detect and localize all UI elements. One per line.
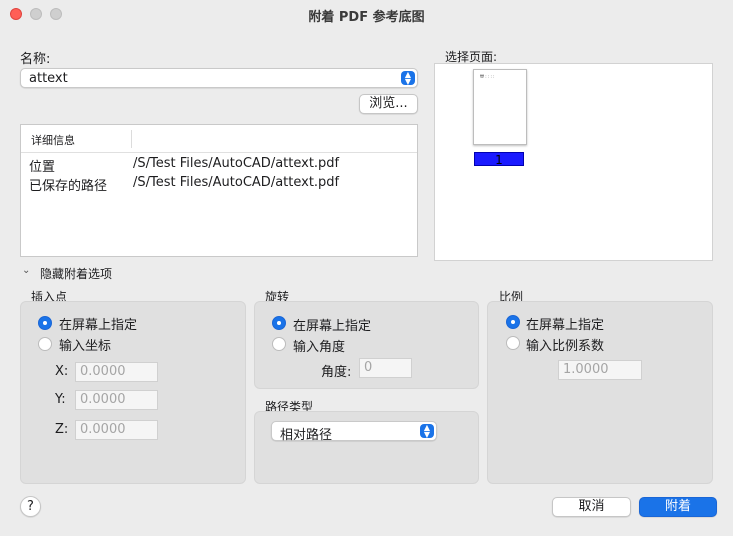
table-row: 位置 /S/Test Files/AutoCAD/attext.pdf — [21, 155, 417, 175]
rotation-group: 在屏幕上指定 输入角度 角度: 0 — [254, 301, 479, 389]
chevron-updown-icon: ▲ ▼ — [401, 71, 415, 86]
path-type-group: 相对路径 ▲ ▼ — [254, 411, 479, 484]
column-divider[interactable] — [131, 130, 132, 148]
detail-key: 已保存的路径 — [29, 179, 108, 194]
rotation-angle-radio[interactable] — [272, 337, 286, 351]
page-thumbnail[interactable]: ₩ : : : : — [473, 69, 527, 145]
angle-input[interactable]: 0 — [359, 358, 412, 378]
detail-value: /S/Test Files/AutoCAD/attext.pdf — [133, 156, 340, 171]
page-number-label[interactable]: 1 — [474, 152, 524, 167]
name-label: 名称: — [20, 52, 51, 67]
insertion-screen-label[interactable]: 在屏幕上指定 — [59, 314, 137, 333]
browse-button[interactable]: 浏览... — [359, 94, 418, 114]
details-table-header: 详细信息 — [21, 125, 417, 153]
thumbnail-text: ₩ : : : : — [480, 74, 495, 79]
attach-button[interactable]: 附着 — [639, 497, 717, 517]
path-type-select[interactable]: 相对路径 ▲ ▼ — [271, 421, 437, 443]
chevron-down-icon[interactable]: ⌄ — [22, 265, 30, 276]
name-select-value: attext — [29, 71, 68, 86]
insertion-screen-radio[interactable] — [38, 316, 52, 330]
chevron-updown-icon: ▲ ▼ — [420, 424, 434, 439]
name-select[interactable]: attext ▲ ▼ — [20, 68, 418, 88]
cancel-button[interactable]: 取消 — [552, 497, 631, 517]
details-header-label: 详细信息 — [31, 134, 75, 147]
x-input[interactable]: 0.0000 — [75, 362, 158, 382]
z-input[interactable]: 0.0000 — [75, 420, 158, 440]
rotation-screen-label[interactable]: 在屏幕上指定 — [293, 315, 371, 334]
title-bar: 附着 PDF 参考底图 — [0, 0, 733, 28]
hide-options-toggle[interactable]: 隐藏附着选项 — [40, 265, 112, 282]
detail-value: /S/Test Files/AutoCAD/attext.pdf — [133, 175, 340, 190]
y-label: Y: — [55, 392, 66, 407]
attach-pdf-dialog: 附着 PDF 参考底图 名称: attext ▲ ▼ 浏览... 详细信息 位置 … — [0, 0, 733, 536]
rotation-screen-radio[interactable] — [272, 316, 286, 330]
scale-screen-radio[interactable] — [506, 315, 520, 329]
path-type-value: 相对路径 — [280, 428, 333, 443]
scale-factor-label[interactable]: 输入比例系数 — [526, 335, 604, 354]
rotation-angle-label[interactable]: 输入角度 — [293, 336, 345, 355]
help-button[interactable]: ? — [20, 496, 41, 517]
page-preview-panel: ₩ : : : : 1 — [434, 63, 713, 261]
scale-group: 在屏幕上指定 输入比例系数 1.0000 — [487, 301, 713, 484]
z-label: Z: — [55, 422, 69, 437]
insertion-coords-radio[interactable] — [38, 337, 52, 351]
insertion-coords-label[interactable]: 输入坐标 — [59, 335, 111, 354]
angle-label: 角度: — [321, 365, 352, 380]
detail-key: 位置 — [29, 160, 56, 175]
insertion-point-group: 在屏幕上指定 输入坐标 X: 0.0000 Y: 0.0000 Z: 0.000… — [20, 301, 246, 484]
scale-factor-input[interactable]: 1.0000 — [558, 360, 642, 380]
window-title: 附着 PDF 参考底图 — [308, 10, 425, 25]
table-row: 已保存的路径 /S/Test Files/AutoCAD/attext.pdf — [21, 174, 417, 194]
x-label: X: — [55, 364, 69, 379]
y-input[interactable]: 0.0000 — [75, 390, 158, 410]
details-table: 详细信息 位置 /S/Test Files/AutoCAD/attext.pdf… — [20, 124, 418, 257]
scale-screen-label[interactable]: 在屏幕上指定 — [526, 314, 604, 333]
scale-factor-radio[interactable] — [506, 336, 520, 350]
